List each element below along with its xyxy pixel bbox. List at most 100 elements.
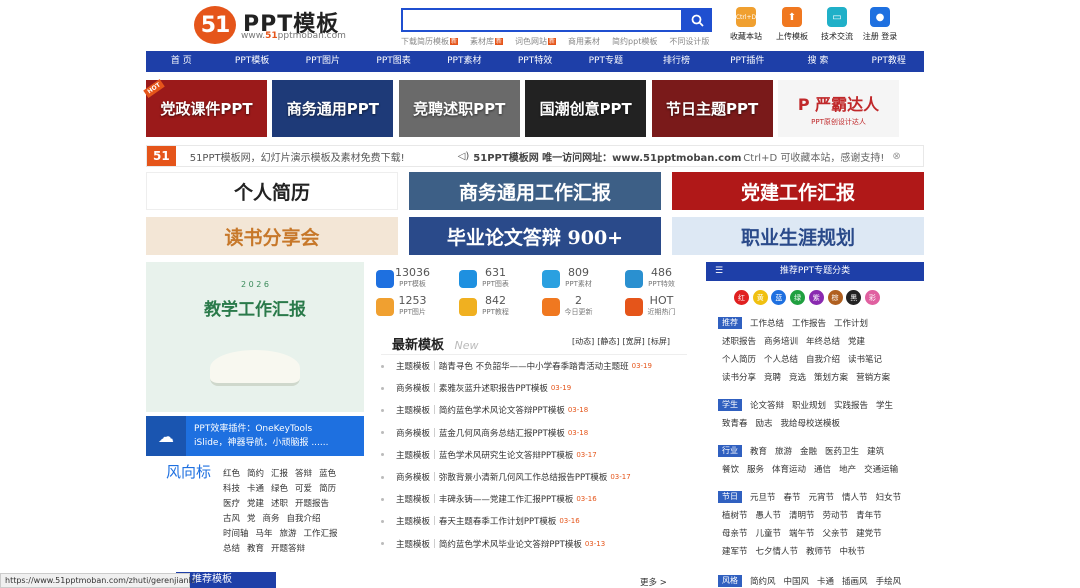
category-link[interactable]: 餐饮: [722, 463, 739, 475]
feature-banner-6[interactable]: 职业生涯规划: [672, 217, 924, 255]
category-link[interactable]: 劳动节: [823, 509, 849, 521]
banner-1[interactable]: 党政课件PPT HOT: [143, 79, 267, 137]
list-item[interactable]: 主题模板 | 简约蓝色学术风论文答辩PPT模板 03-18: [381, 402, 691, 418]
color-swatch[interactable]: 彩: [864, 290, 880, 305]
category-link[interactable]: 建筑: [867, 445, 884, 457]
category-link[interactable]: 论文答辩: [750, 399, 784, 411]
color-swatch[interactable]: 红: [734, 290, 749, 305]
filter-link[interactable]: [宽屏]: [623, 336, 645, 347]
category-link[interactable]: 职业规划: [792, 399, 826, 411]
news-title[interactable]: 春天主题春季工作计划PPT模板: [439, 515, 556, 527]
category-link[interactable]: 个人总结: [764, 353, 798, 365]
nav-item[interactable]: PPT模板: [217, 51, 288, 72]
style-tag[interactable]: 旅游: [280, 527, 297, 542]
category-link[interactable]: 植树节: [722, 509, 748, 521]
feature-banner-4[interactable]: 读书分享会: [146, 217, 398, 255]
category-link[interactable]: 读书分享: [722, 371, 756, 383]
style-tag[interactable]: 工作汇报: [304, 527, 338, 542]
category-link[interactable]: 清明节: [789, 509, 815, 521]
category-link[interactable]: 竞聘: [764, 371, 781, 383]
category-link[interactable]: 父亲节: [823, 527, 849, 539]
style-tag[interactable]: 党: [247, 512, 256, 527]
category-link[interactable]: 工作计划: [834, 317, 868, 329]
category-link[interactable]: 母亲节: [722, 527, 748, 539]
style-tag[interactable]: 简约: [247, 467, 264, 482]
feature-banner-3[interactable]: 党建工作汇报: [672, 172, 924, 210]
color-swatch[interactable]: 紫: [808, 290, 824, 305]
news-tag[interactable]: 商务模板: [396, 471, 430, 483]
more-link[interactable]: 更多 >: [640, 576, 667, 588]
category-link[interactable]: 教育: [750, 445, 767, 457]
category-link[interactable]: 述职报告: [722, 335, 756, 347]
style-tag[interactable]: 答辩: [295, 467, 312, 482]
color-swatch[interactable]: 黑: [846, 290, 862, 305]
banner-5[interactable]: 节日主题PPT: [651, 80, 773, 137]
category-link[interactable]: 交通运输: [864, 463, 898, 475]
category-link[interactable]: 营销方案: [856, 371, 890, 383]
news-title[interactable]: 弥散背景小清新几何风工作总结报告PPT模板: [439, 471, 607, 483]
feature-banner-5[interactable]: 毕业论文答辩 900+: [409, 217, 661, 255]
plugin-card[interactable]: ☁ PPT效率插件：OneKeyTools iSlide，神器导航，小顽脑报 .…: [146, 416, 364, 456]
stat-4[interactable]: 486 PPT特效: [621, 266, 702, 294]
news-tag[interactable]: 主题模板: [396, 538, 430, 550]
nav-item[interactable]: PPT特效: [500, 51, 571, 72]
tool-chat[interactable]: ▭ 技术交流: [815, 7, 859, 42]
style-tag[interactable]: 卡通: [247, 482, 264, 497]
news-tag[interactable]: 主题模板: [396, 493, 430, 505]
category-link[interactable]: 学生: [876, 399, 893, 411]
nav-item[interactable]: 首 页: [146, 51, 217, 72]
news-title[interactable]: 素雅灰蓝升述职报告PPT模板: [439, 382, 548, 394]
category-link[interactable]: 春节: [784, 491, 801, 503]
category-link[interactable]: 青年节: [856, 509, 882, 521]
category-link[interactable]: 读书笔记: [848, 353, 882, 365]
stat-7[interactable]: 2 今日更新: [538, 294, 619, 322]
news-tag[interactable]: 商务模板: [396, 382, 430, 394]
filter-link[interactable]: [静态]: [597, 336, 619, 347]
style-tag[interactable]: 教育: [247, 542, 264, 557]
promo-card[interactable]: 2 0 2 6 教学工作汇报: [146, 262, 364, 412]
style-tag[interactable]: 总结: [223, 542, 240, 557]
site-logo-mark[interactable]: 51: [194, 6, 236, 44]
style-tag[interactable]: 科技: [223, 482, 240, 497]
category-link[interactable]: 元旦节: [750, 491, 776, 503]
list-item[interactable]: 主题模板 | 丰碑永铸——党建工作汇报PPT模板 03-16: [381, 491, 691, 507]
nav-item[interactable]: 搜 索: [783, 51, 854, 72]
stat-8[interactable]: HOT 近期热门: [621, 294, 702, 322]
tool-upload[interactable]: ⬆ 上传模板: [770, 7, 814, 42]
stat-1[interactable]: 13036 PPT模板: [372, 266, 453, 294]
category-link[interactable]: 自我介绍: [806, 353, 840, 365]
category-link[interactable]: 情人节: [842, 491, 868, 503]
hot-link[interactable]: 不同设计版: [669, 36, 709, 47]
category-link[interactable]: 我给母校送模板: [781, 417, 841, 429]
category-link[interactable]: 服务: [747, 463, 764, 475]
category-link[interactable]: 个人简历: [722, 353, 756, 365]
news-title[interactable]: 蓝金几何风商务总结汇报PPT模板: [439, 427, 565, 439]
category-link[interactable]: 策划方案: [814, 371, 848, 383]
color-swatch[interactable]: 棕: [827, 290, 843, 305]
style-tag[interactable]: 汇报: [271, 467, 288, 482]
category-link[interactable]: 医药卫生: [825, 445, 859, 457]
hot-link[interactable]: 下载简历模板新: [401, 36, 459, 47]
nav-item[interactable]: PPT插件: [712, 51, 783, 72]
style-tag[interactable]: 开题答辩: [271, 542, 305, 557]
banner-2[interactable]: 商务通用PPT: [272, 80, 394, 137]
news-title[interactable]: 丰碑永铸——党建工作汇报PPT模板: [439, 493, 573, 505]
news-title[interactable]: 蓝色学术风研究生论文答辩PPT模板: [439, 449, 573, 461]
category-link[interactable]: 金融: [800, 445, 817, 457]
category-link[interactable]: 手绘风: [876, 575, 902, 587]
list-item[interactable]: 商务模板 | 蓝金几何风商务总结汇报PPT模板 03-18: [381, 425, 691, 441]
news-title[interactable]: 简约蓝色学术风论文答辩PPT模板: [439, 404, 565, 416]
stat-2[interactable]: 631 PPT图表: [455, 266, 536, 294]
news-tag[interactable]: 主题模板: [396, 360, 430, 372]
hot-link[interactable]: 商用素材: [568, 36, 600, 47]
search-input[interactable]: [401, 8, 683, 32]
category-link[interactable]: 妇女节: [876, 491, 902, 503]
list-item[interactable]: 主题模板 | 春天主题春季工作计划PPT模板 03-16: [381, 513, 691, 529]
news-tag[interactable]: 商务模板: [396, 427, 430, 439]
tool-ctrl-d[interactable]: Ctrl+D 收藏本站: [724, 7, 768, 42]
banner-4[interactable]: 国潮创意PPT: [525, 80, 647, 137]
stat-6[interactable]: 842 PPT教程: [455, 294, 536, 322]
hot-link[interactable]: 词色网站新: [515, 36, 557, 47]
category-link[interactable]: 建党节: [856, 527, 882, 539]
category-link[interactable]: 旅游: [775, 445, 792, 457]
